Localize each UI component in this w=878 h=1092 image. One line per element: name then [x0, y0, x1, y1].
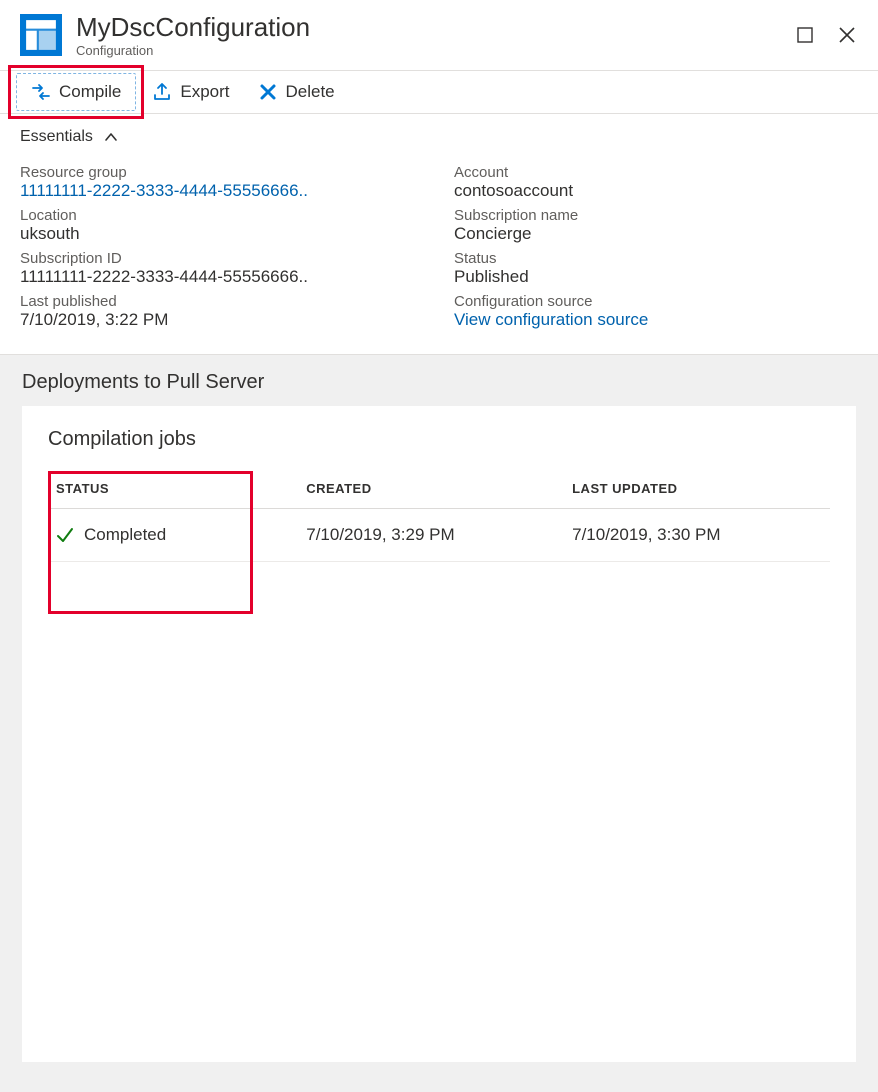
compile-icon: [31, 82, 51, 102]
last-published-value: 7/10/2019, 3:22 PM: [20, 310, 424, 330]
location-label: Location: [20, 207, 424, 224]
job-created: 7/10/2019, 3:29 PM: [298, 509, 564, 562]
job-last-updated: 7/10/2019, 3:30 PM: [564, 509, 830, 562]
subscription-id-label: Subscription ID: [20, 250, 424, 267]
col-status: STATUS: [56, 481, 109, 496]
resource-group-label: Resource group: [20, 164, 424, 181]
chevron-up-icon: [103, 129, 119, 145]
account-value: contosoaccount: [454, 181, 858, 201]
account-label: Account: [454, 164, 858, 181]
compile-button[interactable]: Compile: [16, 73, 136, 111]
maximize-button[interactable]: [794, 24, 816, 46]
jobs-heading: Compilation jobs: [48, 428, 830, 451]
status-value: Published: [454, 267, 858, 287]
delete-label: Delete: [286, 82, 335, 102]
essentials-body: Resource group 11111111-2222-3333-4444-5…: [0, 156, 878, 355]
page-title: MyDscConfiguration: [76, 12, 794, 43]
resource-group-value[interactable]: 11111111-2222-3333-4444-55556666..: [20, 181, 424, 201]
close-button[interactable]: [836, 24, 858, 46]
configuration-icon: [20, 14, 62, 56]
last-published-label: Last published: [20, 293, 424, 310]
essentials-heading: Essentials: [20, 128, 93, 146]
delete-button[interactable]: Delete: [244, 74, 349, 110]
status-label: Status: [454, 250, 858, 267]
subscription-name-label: Subscription name: [454, 207, 858, 224]
col-created: CREATED: [298, 469, 564, 509]
deployments-heading: Deployments to Pull Server: [0, 355, 878, 406]
config-source-link[interactable]: View configuration source: [454, 310, 858, 330]
toolbar: Compile Export Delete: [0, 71, 878, 114]
col-last-updated: LAST UPDATED: [564, 469, 830, 509]
blade-header: MyDscConfiguration Configuration: [0, 0, 878, 71]
export-icon: [152, 82, 172, 102]
page-subtitle: Configuration: [76, 43, 794, 58]
essentials-toggle[interactable]: Essentials: [0, 114, 878, 156]
location-value: uksouth: [20, 224, 424, 244]
subscription-name-value: Concierge: [454, 224, 858, 244]
compile-label: Compile: [59, 82, 121, 102]
delete-icon: [258, 82, 278, 102]
config-source-label: Configuration source: [454, 293, 858, 310]
compilation-jobs-panel: Compilation jobs STATUS CREATED: [22, 406, 856, 1062]
export-button[interactable]: Export: [138, 74, 243, 110]
subscription-id-value: 11111111-2222-3333-4444-55556666..: [20, 267, 424, 287]
export-label: Export: [180, 82, 229, 102]
